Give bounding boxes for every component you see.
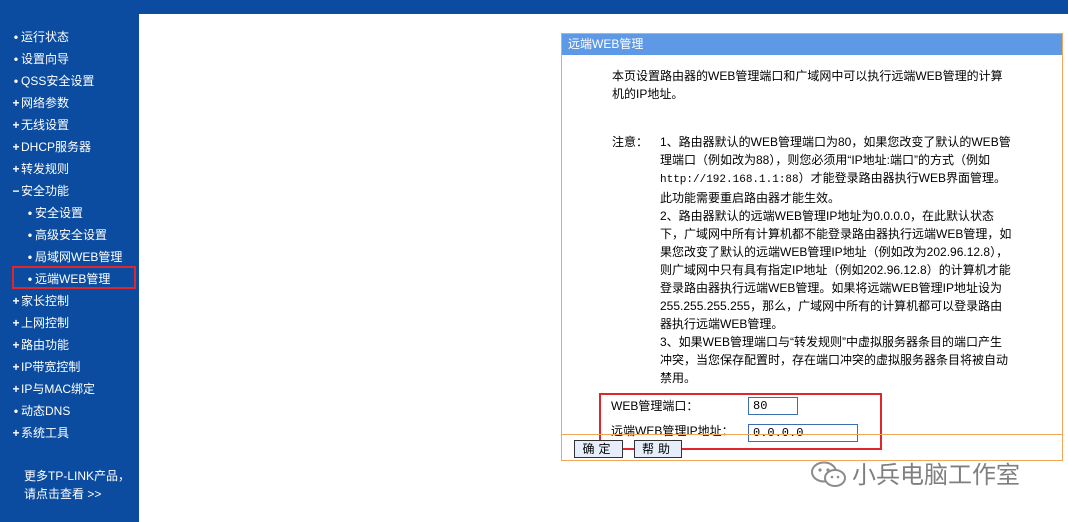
expand-icon: + bbox=[12, 140, 20, 154]
sidebar-item-ddns[interactable]: • 动态DNS bbox=[11, 400, 70, 422]
sidebar-item-label: 转发规则 bbox=[21, 162, 70, 176]
note-1-part-a: 1、路由器默认的WEB管理端口为80，如果您改变了默认的WEB管理端口（例如改为… bbox=[660, 135, 1011, 167]
sidebar-item-network[interactable]: + 网络参数 bbox=[11, 92, 69, 114]
sidebar-item-label: DHCP服务器 bbox=[21, 140, 92, 154]
sidebar-item-label: 路由功能 bbox=[21, 338, 70, 352]
sidebar-item-setup-wizard[interactable]: • 设置向导 bbox=[11, 48, 69, 70]
port-input[interactable] bbox=[748, 397, 798, 415]
sidebar-subitem-security-settings[interactable]: • 安全设置 bbox=[25, 202, 83, 224]
sidebar-item-label: 上网控制 bbox=[21, 316, 70, 330]
sidebar-item-label: IP与MAC绑定 bbox=[21, 382, 96, 396]
sidebar-item-label: 网络参数 bbox=[21, 96, 70, 110]
sidebar-item-label: 安全设置 bbox=[35, 206, 84, 220]
bullet-icon: • bbox=[13, 52, 19, 66]
sidebar-item-wireless[interactable]: + 无线设置 bbox=[11, 114, 69, 136]
remote-web-mgmt-panel: 远端WEB管理 本页设置路由器的WEB管理端口和广域网中可以执行远端WEB管理的… bbox=[561, 33, 1063, 461]
bullet-icon: • bbox=[13, 404, 19, 418]
sidebar-item-bandwidth[interactable]: + IP带宽控制 bbox=[11, 356, 80, 378]
top-bar bbox=[0, 0, 1068, 14]
sidebar-item-access-control[interactable]: + 上网控制 bbox=[11, 312, 69, 334]
port-label: WEB管理端口： bbox=[611, 399, 699, 413]
sidebar-item-qss[interactable]: • QSS安全设置 bbox=[11, 70, 94, 92]
expand-icon: + bbox=[12, 118, 20, 132]
note-2: 2、路由器默认的远端WEB管理IP地址为0.0.0.0，在此默认状态下，广域网中… bbox=[660, 209, 1012, 331]
sidebar-item-label: QSS安全设置 bbox=[21, 74, 95, 88]
wechat-icon bbox=[810, 460, 848, 503]
sidebar-item-label: IP带宽控制 bbox=[21, 360, 81, 374]
sidebar-item-run-status[interactable]: • 运行状态 bbox=[11, 26, 69, 48]
sidebar-item-label: 安全功能 bbox=[21, 184, 70, 198]
expand-icon: + bbox=[12, 316, 20, 330]
sidebar-item-label: 动态DNS bbox=[21, 404, 71, 418]
sidebar-item-system-tools[interactable]: + 系统工具 bbox=[11, 422, 69, 444]
expand-icon: + bbox=[12, 96, 20, 110]
note-text: 1、路由器默认的WEB管理端口为80，如果您改变了默认的WEB管理端口（例如改为… bbox=[660, 133, 1012, 387]
expand-icon: + bbox=[12, 338, 20, 352]
intro-text: 本页设置路由器的WEB管理端口和广域网中可以执行远端WEB管理的计算机的IP地址… bbox=[612, 69, 1003, 101]
more-products-line1: 更多TP-LINK产品， bbox=[24, 469, 131, 483]
sidebar-item-label: 高级安全设置 bbox=[35, 228, 108, 242]
note-1: 1、路由器默认的WEB管理端口为80，如果您改变了默认的WEB管理端口（例如改为… bbox=[660, 133, 1012, 207]
note-3: 3、如果WEB管理端口与“转发规则”中虚拟服务器条目的端口产生冲突，当您保存配置… bbox=[660, 335, 1009, 385]
note-1-url: http://192.168.1.1:88 bbox=[660, 174, 799, 186]
sidebar-item-label: 系统工具 bbox=[21, 426, 70, 440]
bullet-icon: • bbox=[13, 30, 19, 44]
bullet-icon: • bbox=[13, 74, 19, 88]
sidebar-subitem-advanced-security[interactable]: • 高级安全设置 bbox=[25, 224, 107, 246]
bullet-icon: • bbox=[27, 250, 33, 264]
bullet-icon: • bbox=[27, 228, 33, 242]
more-products-line2: 请点击查看 >> bbox=[24, 487, 102, 501]
watermark-text: 小兵电脑工作室 bbox=[852, 462, 1020, 489]
sidebar-item-label: 局域网WEB管理 bbox=[35, 250, 123, 264]
sidebar-item-routing[interactable]: + 路由功能 bbox=[11, 334, 69, 356]
more-products-link[interactable]: 更多TP-LINK产品， 请点击查看 >> bbox=[24, 467, 130, 503]
help-button[interactable]: 帮助 bbox=[634, 440, 682, 458]
expand-icon: + bbox=[12, 360, 20, 374]
expand-icon: + bbox=[12, 426, 20, 440]
collapse-icon: − bbox=[12, 184, 20, 198]
expand-icon: + bbox=[12, 294, 20, 308]
sidebar-item-ip-mac-binding[interactable]: + IP与MAC绑定 bbox=[11, 378, 95, 400]
sidebar-item-security[interactable]: − 安全功能 bbox=[11, 180, 69, 202]
panel-title: 远端WEB管理 bbox=[562, 34, 1062, 55]
expand-icon: + bbox=[12, 382, 20, 396]
bullet-icon: • bbox=[27, 206, 33, 220]
sidebar-item-dhcp[interactable]: + DHCP服务器 bbox=[11, 136, 91, 158]
sidebar-item-parental-control[interactable]: + 家长控制 bbox=[11, 290, 69, 312]
sidebar-item-label: 运行状态 bbox=[21, 30, 70, 44]
sidebar-subitem-lan-web-mgmt[interactable]: • 局域网WEB管理 bbox=[25, 246, 122, 268]
sidebar-item-label: 家长控制 bbox=[21, 294, 70, 308]
selected-item-highlight bbox=[12, 266, 136, 289]
save-button[interactable]: 确定 bbox=[574, 440, 623, 458]
expand-icon: + bbox=[12, 162, 20, 176]
note-label: 注意： bbox=[612, 135, 649, 149]
sidebar-item-label: 无线设置 bbox=[21, 118, 70, 132]
sidebar-item-label: 设置向导 bbox=[21, 52, 70, 66]
panel-body: 本页设置路由器的WEB管理端口和广域网中可以执行远端WEB管理的计算机的IP地址… bbox=[562, 55, 1062, 450]
sidebar-item-forwarding[interactable]: + 转发规则 bbox=[11, 158, 69, 180]
